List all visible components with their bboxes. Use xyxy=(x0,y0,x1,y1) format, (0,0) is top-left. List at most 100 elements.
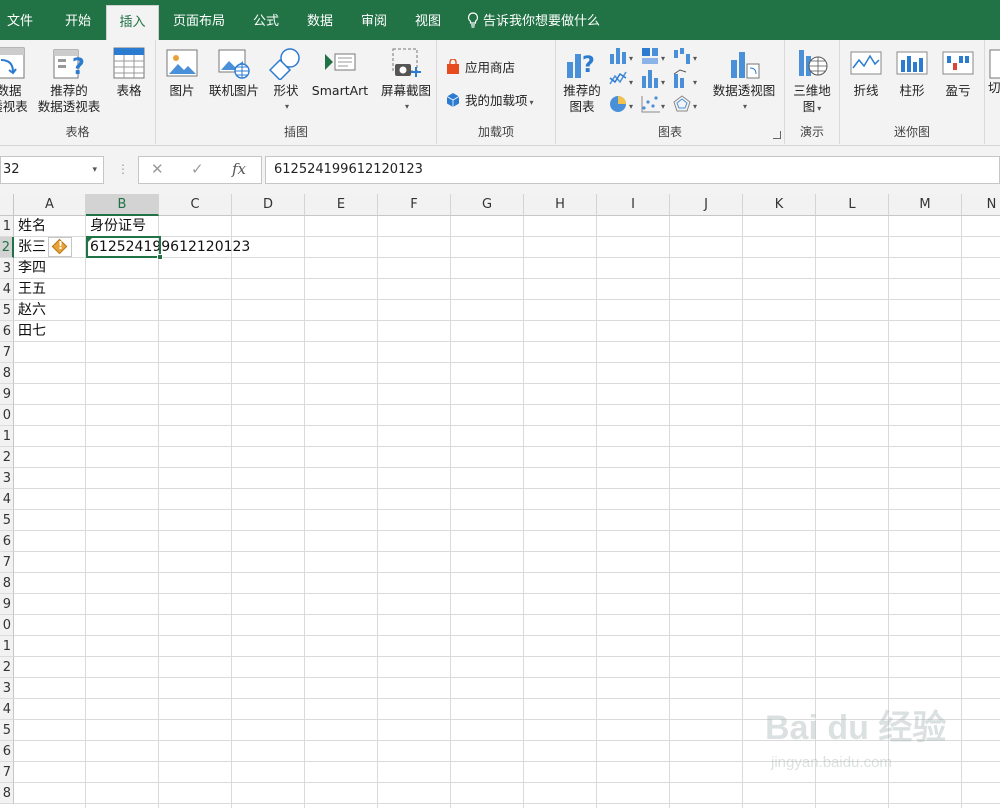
column-header-h[interactable]: H xyxy=(524,194,597,216)
pivot-table-button[interactable]: 数据 透视表 xyxy=(0,46,32,115)
row-header[interactable]: 6 xyxy=(0,321,14,342)
recommended-charts-button[interactable]: ? 推荐的 图表 xyxy=(560,46,604,115)
column-header-n[interactable]: N xyxy=(962,194,1000,216)
tell-me-box[interactable]: 告诉我你想要做什么 xyxy=(467,5,600,40)
cell-a5[interactable]: 赵六 xyxy=(15,300,46,321)
column-header-i[interactable]: I xyxy=(597,194,670,216)
cell-a3[interactable]: 李四 xyxy=(15,258,46,279)
recommended-pivot-button[interactable]: ? 推荐的 数据透视表 xyxy=(34,46,104,115)
row-header[interactable]: 1 xyxy=(0,426,14,447)
row-header[interactable]: 6 xyxy=(0,741,14,762)
row-header[interactable]: 5 xyxy=(0,300,14,321)
active-cell-border xyxy=(86,236,163,260)
column-header-j[interactable]: J xyxy=(670,194,743,216)
row-header[interactable]: 7 xyxy=(0,342,14,363)
name-box[interactable]: 32 ▾ xyxy=(0,156,104,184)
tab-data[interactable]: 数据 xyxy=(297,5,343,40)
slicer-button[interactable]: 切 xyxy=(988,46,1000,96)
row-header[interactable]: 0 xyxy=(0,405,14,426)
tab-insert[interactable]: 插入 xyxy=(106,5,159,40)
row-header[interactable]: 7 xyxy=(0,552,14,573)
column-header-m[interactable]: M xyxy=(889,194,962,216)
cancel-icon[interactable]: ✕ xyxy=(151,160,164,178)
waterfall-chart-icon: ▾ xyxy=(674,48,697,64)
hierarchy-chart-icon: ▾ xyxy=(642,48,665,64)
table-button[interactable]: 表格 xyxy=(108,46,150,99)
row-header[interactable]: 1 xyxy=(0,636,14,657)
store-button[interactable]: 应用商店 xyxy=(445,57,515,76)
row-header[interactable]: 9 xyxy=(0,594,14,615)
row-header[interactable]: 6 xyxy=(0,531,14,552)
enter-check-icon[interactable]: ✓ xyxy=(191,160,204,178)
row-header[interactable]: 8 xyxy=(0,363,14,384)
sparkline-column-button[interactable]: 柱形 xyxy=(892,46,932,99)
smartart-button[interactable]: SmartArt xyxy=(308,46,372,99)
row-header[interactable]: 0 xyxy=(0,615,14,636)
tab-page-layout[interactable]: 页面布局 xyxy=(163,5,235,40)
row-header[interactable]: 4 xyxy=(0,699,14,720)
column-header-f[interactable]: F xyxy=(378,194,451,216)
row-header[interactable]: 2 xyxy=(0,237,14,258)
chart-type-icons[interactable]: ▾ ▾ ▾ ▾ ▾ ▾ ▾ ▾ ▾ xyxy=(608,46,708,116)
column-header-l[interactable]: L xyxy=(816,194,889,216)
row-header[interactable]: 3 xyxy=(0,258,14,279)
charts-dialog-launcher-icon[interactable] xyxy=(773,131,781,139)
row-header[interactable]: 3 xyxy=(0,678,14,699)
pivot-chart-button[interactable]: 数据透视图 ▾ xyxy=(708,46,780,115)
tab-home[interactable]: 开始 xyxy=(52,5,104,40)
cell-a6[interactable]: 田七 xyxy=(15,321,46,342)
error-warning-button[interactable]: ! xyxy=(48,237,72,257)
row-header[interactable]: 4 xyxy=(0,279,14,300)
tab-view[interactable]: 视图 xyxy=(405,5,451,40)
gridline-horizontal xyxy=(14,572,1000,573)
column-header-c[interactable]: C xyxy=(159,194,232,216)
cell-a2[interactable]: 张三 xyxy=(15,237,46,258)
row-header[interactable]: 2 xyxy=(0,657,14,678)
sparkline-winloss-button[interactable]: 盈亏 xyxy=(938,46,978,99)
svg-text:▾: ▾ xyxy=(629,54,633,63)
tab-file[interactable]: 文件 xyxy=(0,5,40,40)
row-header[interactable]: 8 xyxy=(0,783,14,804)
slicer-label: 切 xyxy=(988,80,1000,95)
worksheet[interactable]: ABCDEFGHIJKLMN 1234567890123456789012345… xyxy=(0,194,1000,808)
formula-input[interactable]: 612524199612120123 xyxy=(265,156,1000,184)
map-3d-button[interactable]: 三维地 图 ▾ xyxy=(789,46,835,117)
row-header[interactable]: 9 xyxy=(0,384,14,405)
select-all-corner[interactable] xyxy=(0,194,14,216)
watermark-url: jingyan.baidu.com xyxy=(771,754,892,771)
column-header-b[interactable]: B xyxy=(86,194,159,216)
cell-a4[interactable]: 王五 xyxy=(15,279,46,300)
sparkline-line-label: 折线 xyxy=(853,83,879,98)
column-header-a[interactable]: A xyxy=(14,194,86,216)
row-header[interactable]: 4 xyxy=(0,489,14,510)
fill-handle[interactable] xyxy=(157,254,163,260)
formula-bar: 32 ▾ ⋮ ✕ ✓ fx 612524199612120123 xyxy=(0,146,1000,194)
insert-function-icon[interactable]: fx xyxy=(232,160,246,178)
online-picture-button[interactable]: 联机图片 xyxy=(204,46,264,99)
lightbulb-icon xyxy=(467,12,479,28)
sparkline-line-button[interactable]: 折线 xyxy=(846,46,886,99)
row-header[interactable]: 2 xyxy=(0,447,14,468)
column-header-e[interactable]: E xyxy=(305,194,378,216)
group-tables: 数据 透视表 ? 推荐的 数据透视表 表格 表格 xyxy=(0,40,156,144)
shapes-button[interactable]: 形状 ▾ xyxy=(268,46,304,115)
statistic-chart-icon: ▾ xyxy=(642,70,665,88)
tab-formulas[interactable]: 公式 xyxy=(243,5,289,40)
my-addins-button[interactable]: 我的加载项 ▾ xyxy=(445,90,534,109)
row-header[interactable]: 7 xyxy=(0,762,14,783)
name-box-dropdown-icon[interactable]: ▾ xyxy=(92,157,97,183)
row-header[interactable]: 1 xyxy=(0,216,14,237)
row-header[interactable]: 3 xyxy=(0,468,14,489)
column-header-g[interactable]: G xyxy=(451,194,524,216)
cell-a1[interactable]: 姓名 xyxy=(15,216,46,237)
row-header[interactable]: 8 xyxy=(0,573,14,594)
screenshot-button[interactable]: 屏幕截图 ▾ xyxy=(378,46,434,115)
column-header-d[interactable]: D xyxy=(232,194,305,216)
cell-b1[interactable]: 身份证号 xyxy=(87,216,146,237)
column-header-k[interactable]: K xyxy=(743,194,816,216)
tab-review[interactable]: 审阅 xyxy=(351,5,397,40)
row-header[interactable]: 5 xyxy=(0,510,14,531)
picture-button[interactable]: 图片 xyxy=(164,46,200,99)
row-header[interactable]: 5 xyxy=(0,720,14,741)
formula-bar-grip-icon[interactable]: ⋮ xyxy=(117,162,129,176)
